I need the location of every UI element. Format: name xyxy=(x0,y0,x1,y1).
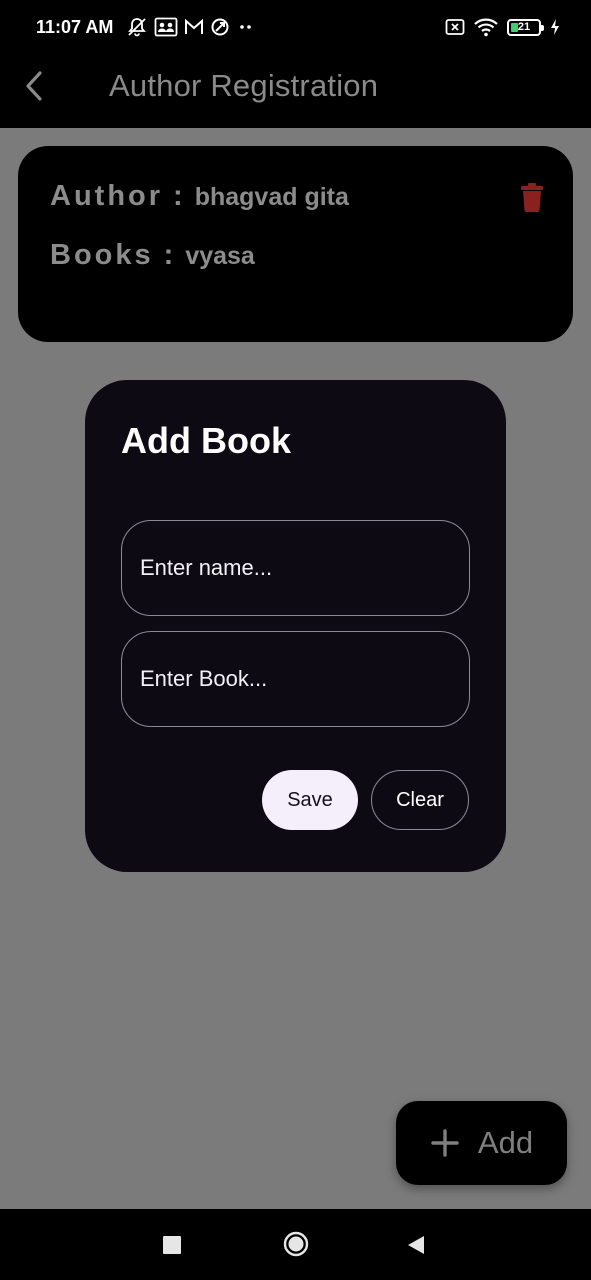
status-icons-left xyxy=(126,16,256,38)
name-input[interactable]: Enter name... xyxy=(121,520,470,616)
app-bar: Author Registration xyxy=(0,56,591,128)
status-bar: 11:07 AM 21 xyxy=(0,0,591,56)
author-card[interactable]: Author : bhagvad gita Books : vyasa xyxy=(18,146,573,342)
dialog-title: Add Book xyxy=(121,420,291,461)
save-button[interactable]: Save xyxy=(262,770,358,830)
author-value: bhagvad gita xyxy=(194,183,349,211)
author-label: Author xyxy=(50,180,164,212)
page-title: Author Registration xyxy=(109,68,379,103)
book-input[interactable]: Enter Book... xyxy=(121,631,470,727)
books-separator: : xyxy=(163,239,174,271)
add-book-dialog: Add Book Enter name... Enter Book... Sav… xyxy=(85,380,506,872)
charging-icon xyxy=(551,19,559,35)
back-button[interactable] xyxy=(16,66,52,106)
data-saver-icon xyxy=(211,18,229,36)
battery-level: 21 xyxy=(517,21,531,33)
chevron-left-icon xyxy=(26,71,42,101)
back-triangle-icon[interactable] xyxy=(405,1234,427,1256)
delete-button[interactable] xyxy=(519,182,545,212)
plus-icon xyxy=(431,1129,459,1157)
trash-icon xyxy=(521,183,543,212)
sim-none-icon xyxy=(445,19,465,35)
home-circle-icon[interactable] xyxy=(283,1231,309,1257)
author-row: Author : bhagvad gita xyxy=(50,180,349,213)
add-fab[interactable]: Add xyxy=(396,1101,567,1185)
system-nav-bar xyxy=(0,1209,591,1280)
gmail-icon xyxy=(185,18,203,34)
status-icons-right: 21 xyxy=(445,16,561,38)
books-row: Books : vyasa xyxy=(50,239,255,272)
add-fab-label: Add xyxy=(477,1125,534,1160)
more-dots-icon xyxy=(240,25,251,29)
name-input-placeholder: Enter name... xyxy=(140,555,273,580)
recents-square-icon[interactable] xyxy=(163,1236,181,1254)
contacts-sync-icon xyxy=(154,17,178,37)
author-separator: : xyxy=(173,180,183,212)
muted-bell-icon xyxy=(128,18,146,37)
books-value: vyasa xyxy=(185,242,255,270)
books-label: Books xyxy=(50,239,154,271)
wifi-icon xyxy=(474,18,498,37)
clear-button[interactable]: Clear xyxy=(371,770,469,830)
book-input-placeholder: Enter Book... xyxy=(140,666,268,691)
status-time: 11:07 AM xyxy=(36,17,114,37)
battery-icon: 21 xyxy=(507,18,544,36)
